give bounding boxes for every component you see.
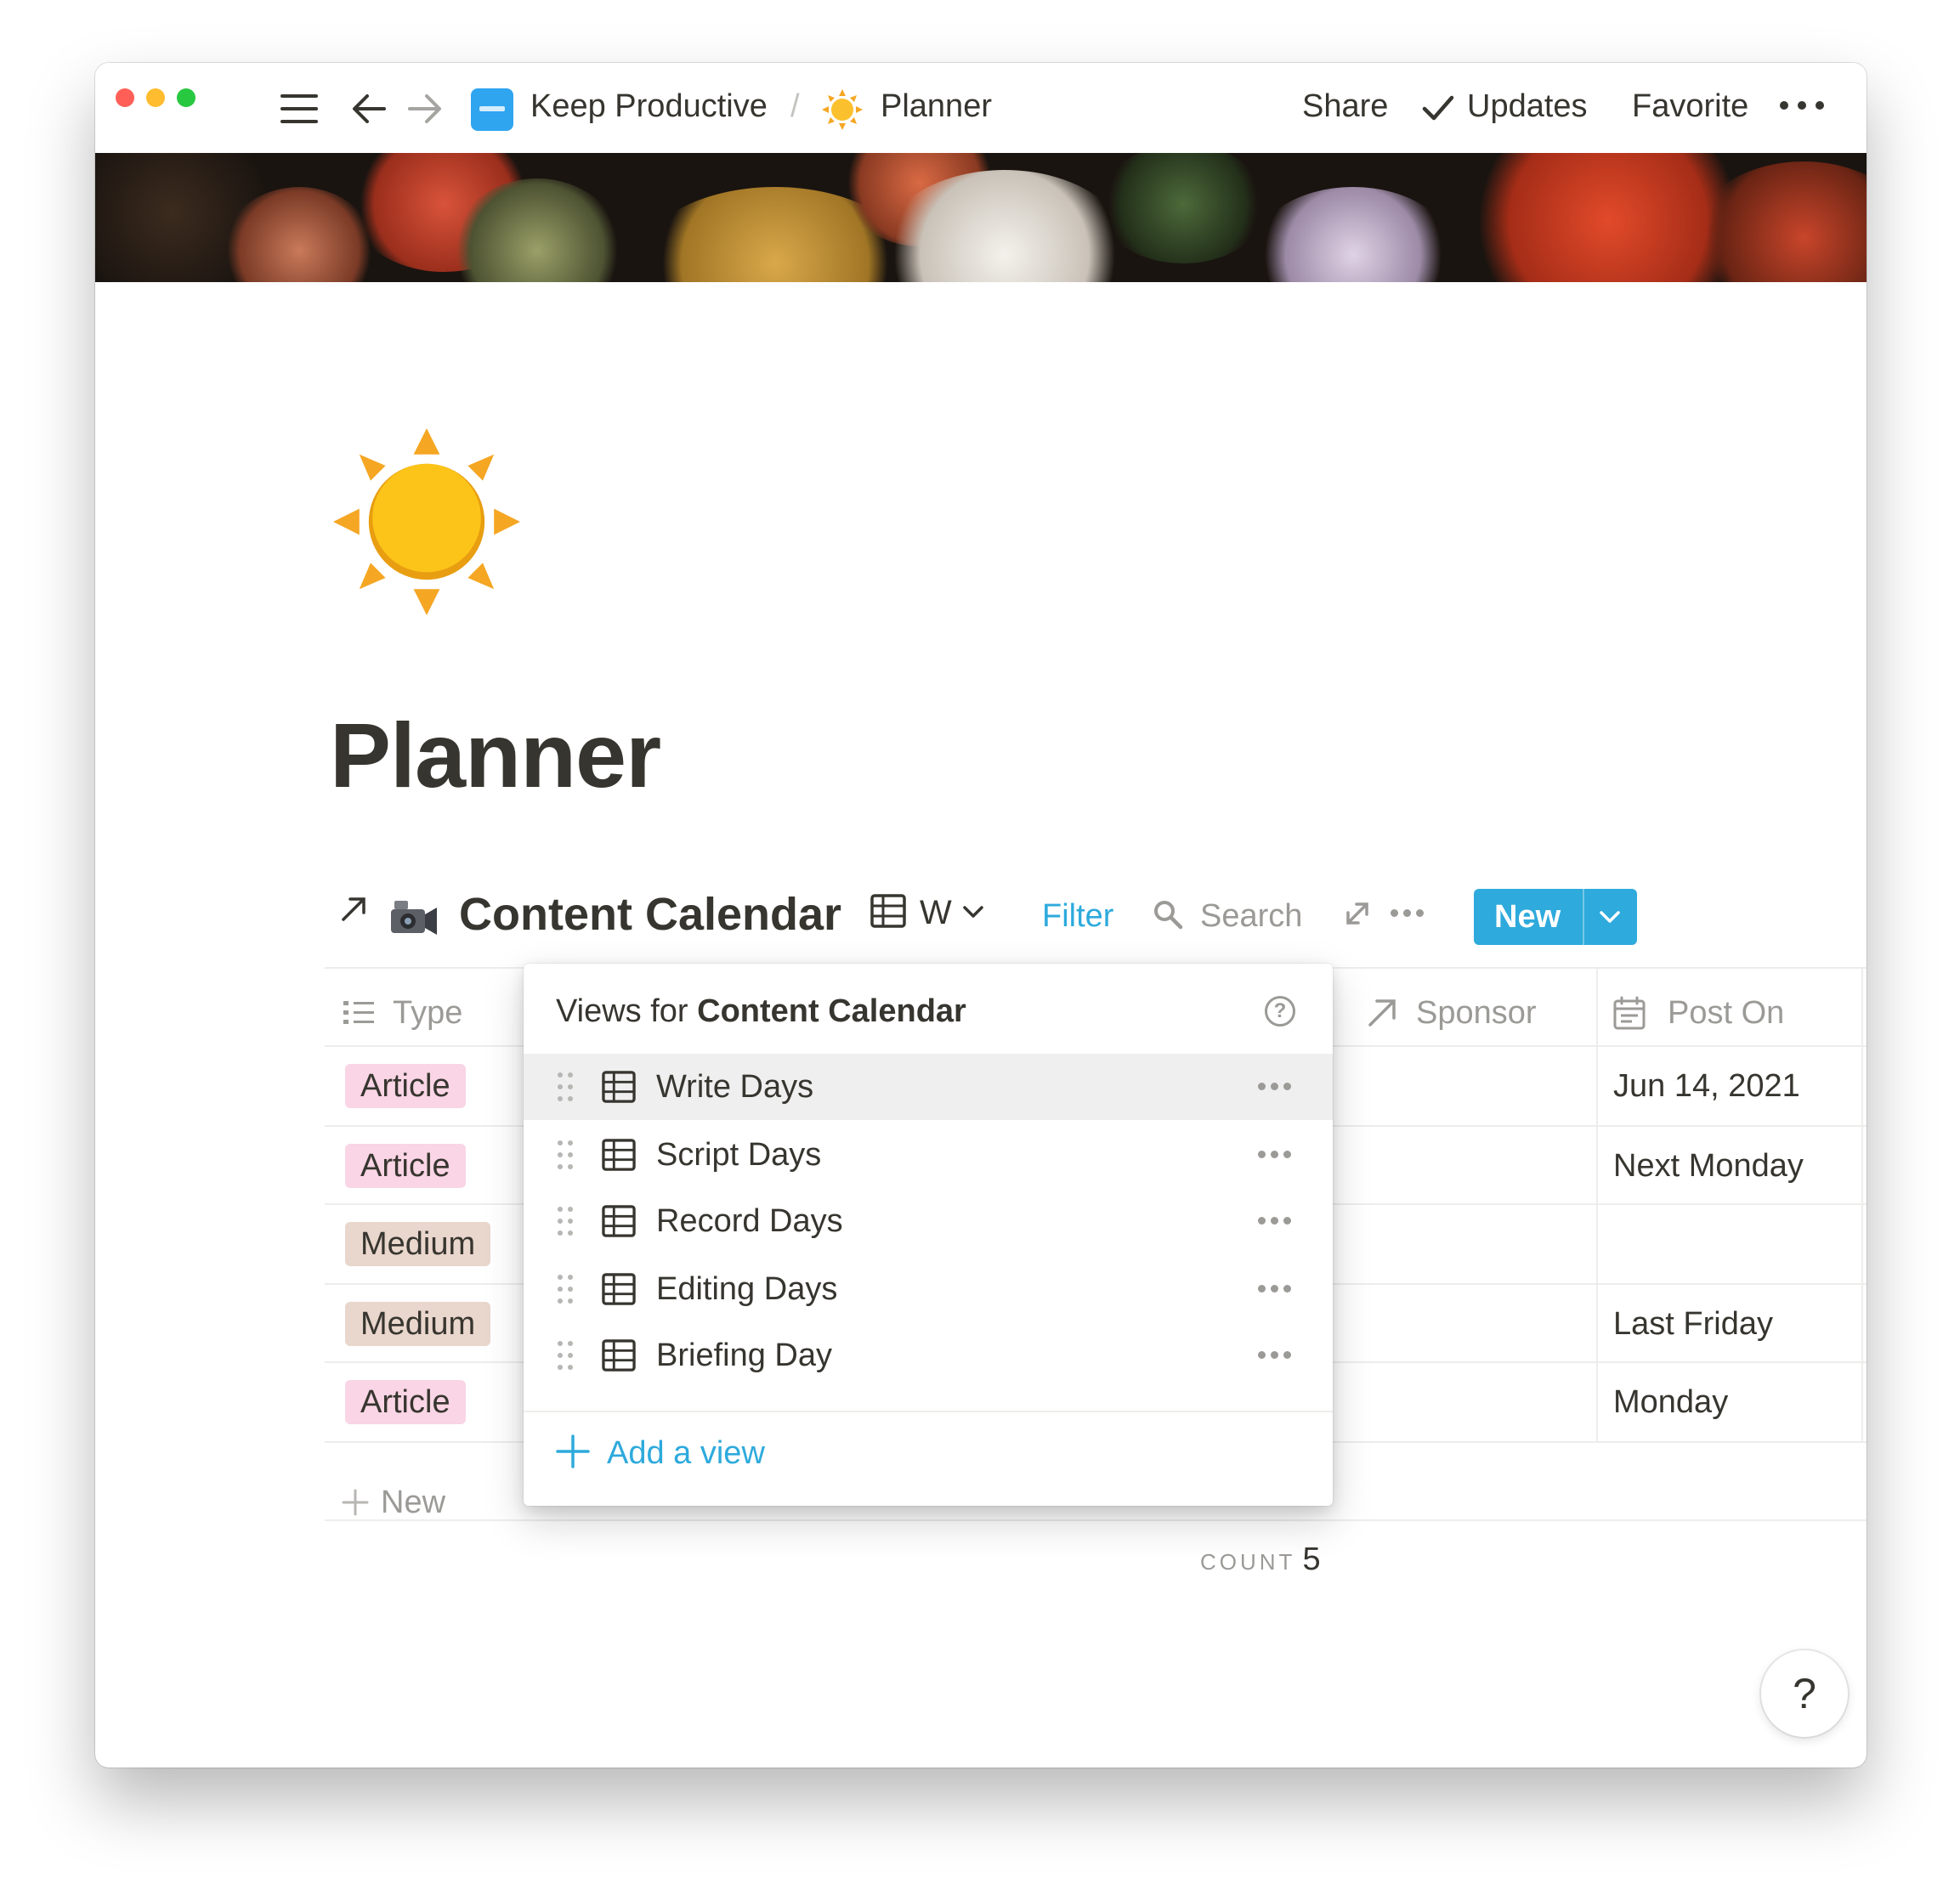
view-more-icon[interactable] — [1258, 1217, 1295, 1225]
sun-icon — [822, 89, 863, 130]
view-label: Script Days — [656, 1137, 822, 1173]
views-popup: Views for Content Calendar ? Write Days … — [524, 964, 1333, 1506]
views-heading-db: Content Calendar — [697, 993, 966, 1029]
share-button[interactable]: Share — [1302, 87, 1388, 126]
open-linked-db-arrow-icon[interactable] — [338, 894, 369, 925]
updates-button[interactable]: Updates — [1467, 87, 1588, 126]
chevron-down-icon[interactable] — [962, 904, 984, 921]
column-header-sponsor[interactable]: Sponsor — [1416, 993, 1537, 1033]
view-more-icon[interactable] — [1258, 1285, 1295, 1293]
view-label: Record Days — [656, 1203, 843, 1239]
breadcrumb-page[interactable]: Planner — [881, 87, 992, 126]
minimize-window-button[interactable] — [146, 88, 165, 107]
add-row-label: New — [381, 1485, 446, 1520]
view-item-script-days[interactable]: Script Days — [524, 1122, 1333, 1188]
filter-button[interactable]: Filter — [1042, 896, 1113, 936]
view-more-icon[interactable] — [1258, 1083, 1295, 1091]
table-view-icon — [602, 1071, 636, 1103]
popup-divider — [524, 1411, 1333, 1412]
view-item-record-days[interactable]: Record Days — [524, 1188, 1333, 1254]
new-dropdown-chevron-icon[interactable] — [1598, 909, 1622, 926]
page-title[interactable]: Planner — [330, 702, 661, 808]
post-on-cell[interactable]: Monday — [1613, 1382, 1728, 1423]
add-view-button[interactable]: Add a view — [556, 1433, 765, 1474]
search-icon[interactable] — [1153, 899, 1183, 930]
type-tag[interactable]: Article — [345, 1380, 466, 1424]
list-icon — [343, 1001, 374, 1024]
table-view-icon — [602, 1139, 636, 1171]
column-header-type[interactable]: Type — [393, 993, 462, 1033]
question-icon[interactable]: ? — [1265, 996, 1295, 1027]
plus-icon — [342, 1489, 369, 1516]
table-bottom-border — [325, 1519, 1867, 1521]
views-heading-prefix: Views for — [556, 993, 698, 1029]
drag-handle-icon[interactable] — [558, 1072, 573, 1101]
database-more-icon[interactable] — [1391, 909, 1425, 918]
database-title[interactable]: Content Calendar — [459, 887, 841, 942]
expand-icon[interactable] — [1343, 899, 1372, 928]
view-item-briefing-day[interactable]: Briefing Day — [524, 1322, 1333, 1389]
view-label: Briefing Day — [656, 1338, 832, 1373]
view-label: Editing Days — [656, 1271, 838, 1307]
table-view-icon — [602, 1205, 636, 1237]
button-divider — [1583, 889, 1584, 945]
workspace-logo-icon[interactable] — [471, 88, 513, 131]
count-summary[interactable]: COUNT 5 — [1200, 1541, 1321, 1578]
relation-arrow-icon — [1368, 999, 1396, 1027]
post-on-cell[interactable]: Next Monday — [1613, 1145, 1804, 1186]
search-button[interactable]: Search — [1200, 896, 1302, 936]
column-header-post-on[interactable]: Post On — [1668, 993, 1784, 1033]
drag-handle-icon[interactable] — [558, 1341, 573, 1370]
drag-handle-icon[interactable] — [558, 1140, 573, 1169]
table-view-icon — [602, 1273, 636, 1305]
page-sun-icon[interactable] — [333, 428, 520, 615]
drag-handle-icon[interactable] — [558, 1275, 573, 1304]
app-window: Keep Productive / Planner Share Updates … — [95, 63, 1867, 1768]
view-item-write-days[interactable]: Write Days — [524, 1054, 1333, 1120]
type-tag[interactable]: Medium — [345, 1302, 491, 1346]
view-item-editing-days[interactable]: Editing Days — [524, 1256, 1333, 1322]
video-camera-icon[interactable] — [388, 896, 439, 938]
title-bar: Keep Productive / Planner Share Updates … — [95, 63, 1867, 153]
current-view-name[interactable]: W — [920, 892, 952, 933]
close-window-button[interactable] — [116, 88, 134, 107]
favorite-button[interactable]: Favorite — [1632, 87, 1748, 126]
count-label: COUNT — [1200, 1549, 1296, 1575]
column-divider — [1861, 967, 1863, 1441]
back-arrow-icon[interactable] — [350, 92, 388, 126]
cover-image — [95, 153, 1867, 282]
new-record-label: New — [1494, 899, 1561, 935]
breadcrumb-workspace[interactable]: Keep Productive — [530, 87, 768, 126]
add-row-button[interactable]: New — [342, 1482, 445, 1523]
views-popup-heading: Views for Content Calendar — [556, 991, 966, 1032]
table-view-icon — [602, 1339, 636, 1372]
breadcrumb-separator: / — [790, 88, 800, 124]
column-divider — [1596, 967, 1598, 1441]
drag-handle-icon[interactable] — [558, 1207, 573, 1236]
help-button[interactable]: ? — [1761, 1650, 1848, 1737]
count-value: 5 — [1302, 1541, 1321, 1577]
plus-icon — [556, 1434, 590, 1468]
post-on-cell[interactable]: Jun 14, 2021 — [1613, 1066, 1800, 1106]
new-record-button[interactable]: New — [1474, 889, 1637, 945]
checkmark-icon — [1422, 95, 1454, 121]
sidebar-toggle-icon[interactable] — [279, 92, 320, 126]
more-options-icon[interactable] — [1780, 95, 1826, 116]
forward-arrow-icon[interactable] — [406, 92, 444, 126]
view-more-icon[interactable] — [1258, 1351, 1295, 1360]
type-tag[interactable]: Article — [345, 1064, 466, 1108]
add-view-label: Add a view — [607, 1435, 765, 1471]
view-more-icon[interactable] — [1258, 1151, 1295, 1159]
calendar-icon — [1613, 996, 1646, 1030]
zoom-window-button[interactable] — [177, 88, 195, 107]
type-tag[interactable]: Article — [345, 1144, 466, 1188]
type-tag[interactable]: Medium — [345, 1222, 491, 1266]
view-label: Write Days — [656, 1069, 814, 1105]
post-on-cell[interactable]: Last Friday — [1613, 1304, 1773, 1344]
table-view-icon[interactable] — [870, 894, 906, 928]
